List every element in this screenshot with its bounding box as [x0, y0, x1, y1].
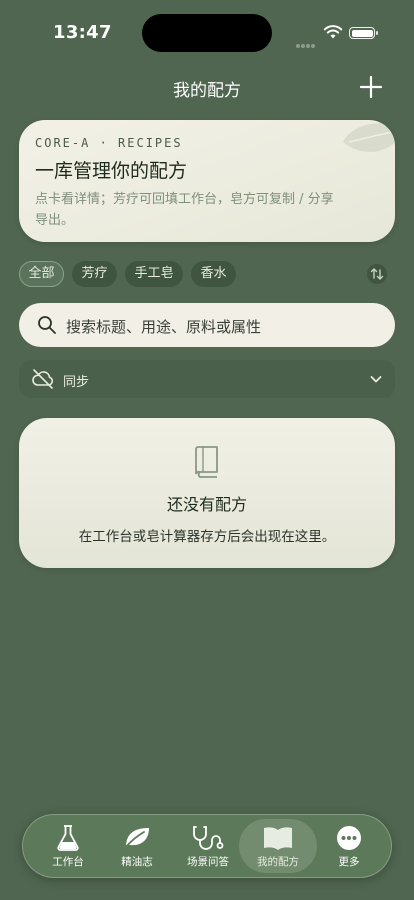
tab-label: 精油志 [121, 856, 153, 868]
book-icon [195, 446, 218, 478]
more-dots-icon [337, 826, 361, 850]
empty-state-title: 还没有配方 [166, 495, 247, 514]
open-book-icon [264, 827, 292, 850]
tab-workbench[interactable]: 工作台 [33, 815, 103, 877]
hero-subtitle: 点卡看详情；芳疗可回填工作台，皂方可复制 / 分享导出。 [35, 192, 334, 228]
chip-aromatherapy[interactable]: 芳疗 [72, 261, 117, 287]
chip-handmade-soap[interactable]: 手工皂 [125, 261, 183, 287]
hero-title: 一库管理你的配方 [35, 160, 188, 182]
cloud-off-icon [32, 369, 54, 389]
empty-state-card: 还没有配方 在工作台或皂计算器存方后会出现在这里。 [19, 418, 395, 568]
status-bar: 13:47 [0, 0, 414, 60]
search-placeholder: 搜索标题、用途、原料或属性 [66, 318, 262, 336]
tab-label: 工作台 [52, 856, 84, 868]
status-time: 13:47 [53, 22, 112, 43]
tab-label: 更多 [338, 856, 360, 868]
empty-state-description: 在工作台或皂计算器存方后会出现在这里。 [78, 529, 336, 545]
sort-toggle-icon[interactable] [366, 263, 388, 285]
sync-row[interactable]: 同步 [19, 360, 395, 398]
tab-label: 我的配方 [257, 856, 299, 868]
page-title: 我的配方 [173, 81, 241, 101]
stethoscope-icon [193, 826, 224, 850]
dynamic-island [142, 14, 272, 52]
flask-icon [57, 825, 79, 851]
wifi-icon [323, 25, 343, 39]
tab-label: 场景问答 [187, 856, 229, 868]
tab-my-recipes[interactable]: 我的配方 [239, 819, 317, 873]
add-recipe-button[interactable] [358, 74, 384, 100]
tab-bar: 工作台 精油志 场景问答 我的配方 更多 [22, 814, 392, 878]
hero-eyebrow: CORE-A · RECIPES [35, 136, 183, 150]
chevron-down-icon [370, 376, 382, 383]
search-input[interactable]: 搜索标题、用途、原料或属性 [19, 303, 395, 347]
tab-essential-oils[interactable]: 精油志 [102, 815, 172, 877]
cellular-signal-icon [296, 33, 316, 52]
chip-perfume[interactable]: 香水 [191, 261, 236, 287]
tab-more[interactable]: 更多 [314, 815, 384, 877]
sync-label: 同步 [63, 375, 90, 390]
leaf-decoration-icon [343, 123, 395, 152]
hero-card: CORE-A · RECIPES 一库管理你的配方 点卡看详情；芳疗可回填工作台… [19, 120, 395, 242]
tab-scenario-qa[interactable]: 场景问答 [173, 815, 243, 877]
battery-icon [349, 27, 378, 39]
leaf-icon [124, 828, 149, 849]
search-icon [38, 316, 56, 334]
chip-all[interactable]: 全部 [19, 261, 64, 287]
